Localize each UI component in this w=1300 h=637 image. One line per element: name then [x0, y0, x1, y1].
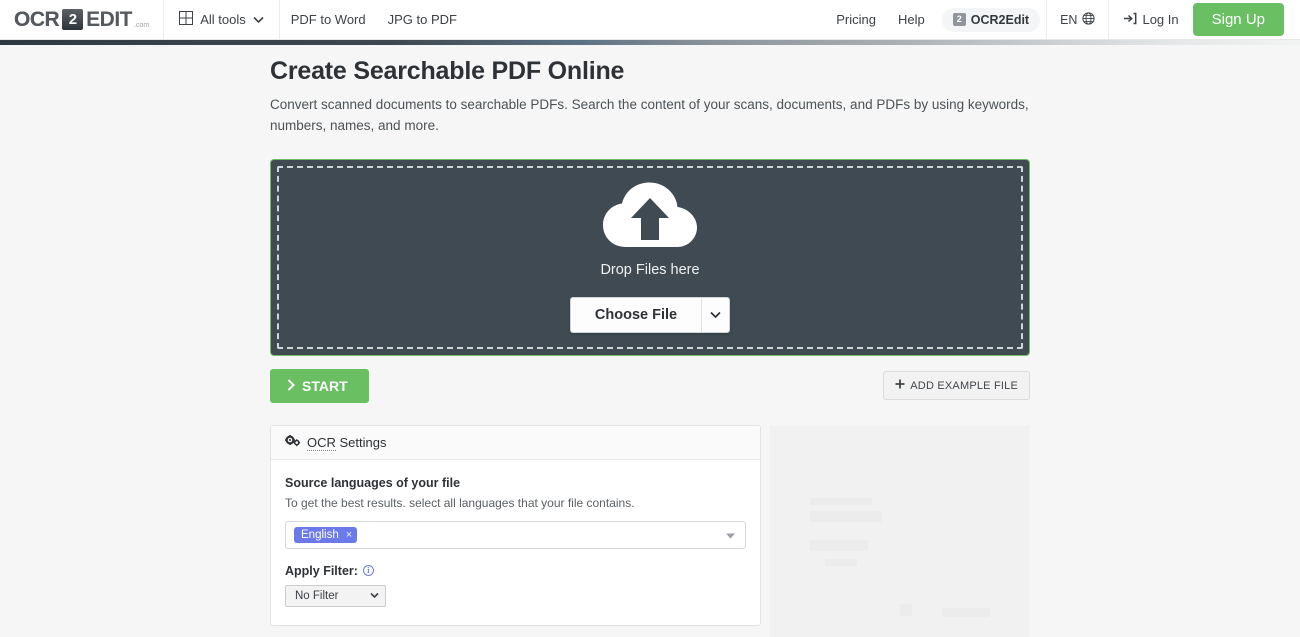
ocr-settings-body: Source languages of your file To get the…: [271, 460, 760, 625]
placeholder-line: [809, 510, 882, 522]
start-button-top[interactable]: START: [270, 368, 369, 403]
source-languages-multiselect[interactable]: English ×: [285, 520, 746, 549]
source-languages-label: Source languages of your file: [285, 475, 461, 490]
info-icon[interactable]: i: [362, 565, 374, 577]
login-button[interactable]: Log In: [1109, 0, 1192, 39]
gears-icon: [285, 434, 301, 450]
language-label: EN: [1060, 12, 1078, 27]
settings-word: Settings: [335, 434, 387, 450]
chevron-down-icon: [253, 12, 264, 27]
chevron-down-icon: [370, 590, 379, 602]
logo-part-two: 2: [62, 9, 84, 30]
choose-file-label[interactable]: Choose File: [571, 298, 701, 332]
login-arrow-icon: [1123, 12, 1137, 28]
page-title: Create Searchable PDF Online: [270, 57, 625, 85]
ocr-settings-header: OCR Settings: [271, 425, 760, 460]
nav-help[interactable]: Help: [887, 0, 936, 39]
ocr-settings-panel: OCR Settings Source languages of your fi…: [270, 424, 761, 626]
language-chip-english[interactable]: English ×: [294, 526, 358, 543]
apply-filter-label: Apply Filter:: [285, 563, 358, 578]
dropzone-label: Drop Files here: [600, 262, 700, 279]
placeholder-line: [824, 558, 857, 566]
chevron-right-icon: [287, 378, 295, 394]
choose-file-dropdown-toggle[interactable]: [701, 298, 729, 333]
nav-jpg-to-pdf[interactable]: JPG to PDF: [377, 0, 468, 39]
page-body: Create Searchable PDF Online Convert sca…: [0, 45, 1300, 637]
file-dropzone[interactable]: Drop Files here Choose File: [270, 158, 1030, 356]
caret-down-icon[interactable]: [725, 526, 735, 544]
settings-and-sidebar: OCR Settings Source languages of your fi…: [270, 424, 1030, 637]
apply-filter-value: No Filter: [295, 589, 339, 602]
nav-link-label: JPG to PDF: [387, 12, 457, 27]
nav-pricing-label: Pricing: [836, 12, 876, 27]
all-tools-label: All tools: [200, 12, 246, 27]
ocr-abbr: OCR: [307, 434, 336, 451]
logo-suffix: .com: [134, 21, 150, 29]
plus-icon: [895, 379, 905, 392]
header-tool-links: PDF to Word JPG to PDF: [280, 0, 468, 39]
nav-link-label: PDF to Word: [290, 12, 366, 27]
content-container: Create Searchable PDF Online Convert sca…: [270, 45, 1030, 637]
placeholder-line: [809, 539, 868, 551]
add-example-file-label: ADD EXAMPLE FILE: [910, 379, 1018, 392]
placeholder-line: [941, 607, 990, 617]
ocr-settings-title: OCR Settings: [307, 434, 387, 451]
nav-pdf-to-word[interactable]: PDF to Word: [280, 0, 377, 39]
ad-placeholder: [768, 424, 1030, 637]
logo-part-edit: EDIT: [86, 7, 133, 31]
logo-part-ocr: OCR: [14, 7, 60, 31]
primary-action-row: START ADD EXAMPLE FILE: [270, 368, 1030, 403]
brand-switcher-button[interactable]: 2 OCR2Edit: [941, 7, 1041, 32]
globe-icon: [1082, 11, 1096, 28]
language-selector[interactable]: EN: [1046, 0, 1110, 39]
language-chip-label: English: [301, 528, 339, 541]
close-icon[interactable]: ×: [346, 529, 352, 541]
brand-switcher-label: OCR2Edit: [970, 12, 1030, 27]
login-label: Log In: [1142, 12, 1179, 27]
placeholder-line: [809, 497, 872, 505]
site-header: OCR 2 EDIT .com All tools PDF to Word JPG t…: [0, 0, 1300, 40]
nav-pricing[interactable]: Pricing: [825, 0, 887, 39]
signup-button[interactable]: Sign Up: [1192, 3, 1284, 36]
header-right-nav: Pricing Help 2 OCR2Edit EN Log In Sign U…: [825, 0, 1300, 39]
all-tools-menu[interactable]: All tools: [164, 0, 280, 39]
grid-icon: [179, 11, 194, 28]
start-button-label: START: [302, 377, 348, 394]
add-example-file-button[interactable]: ADD EXAMPLE FILE: [883, 371, 1030, 401]
cloud-upload-icon: [601, 181, 699, 258]
apply-filter-label-row: Apply Filter: i: [285, 564, 746, 578]
page-subtitle: Convert scanned documents to searchable …: [270, 97, 1029, 133]
logo-text: OCR 2 EDIT .com: [14, 8, 149, 32]
apply-filter-select[interactable]: No Filter: [285, 584, 386, 607]
nav-help-label: Help: [898, 12, 925, 27]
placeholder-line: [899, 603, 912, 616]
source-languages-help: To get the best results. select all lang…: [285, 495, 635, 510]
logo[interactable]: OCR 2 EDIT .com: [0, 0, 165, 39]
ocr2edit-badge-icon: 2: [952, 13, 966, 26]
header-spacer: [468, 0, 825, 39]
choose-file-button[interactable]: Choose File: [569, 297, 731, 334]
chevron-down-icon: [710, 306, 721, 324]
